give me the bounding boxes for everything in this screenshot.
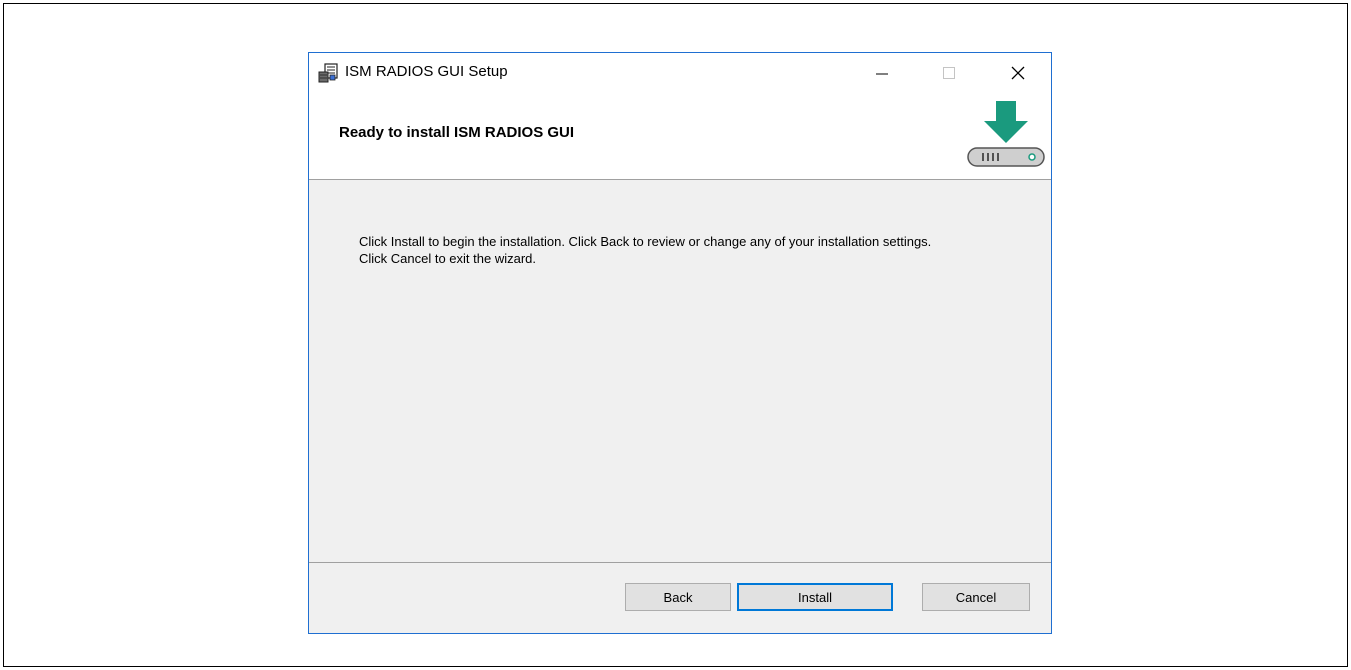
install-button[interactable]: Install xyxy=(737,583,893,611)
screenshot-frame: ISM RADIOS GUI Setup Ready to install IS… xyxy=(3,3,1348,667)
wizard-content: Click Install to begin the installation.… xyxy=(309,180,1051,562)
maximize-icon xyxy=(943,67,955,79)
page-title: Ready to install ISM RADIOS GUI xyxy=(339,124,575,141)
wizard-header: Ready to install ISM RADIOS GUI xyxy=(309,93,1051,179)
installer-app-icon xyxy=(318,63,338,83)
title-bar[interactable]: ISM RADIOS GUI Setup xyxy=(309,53,1051,93)
minimize-icon xyxy=(876,73,888,75)
drive-download-icon xyxy=(967,101,1045,167)
close-icon xyxy=(1011,66,1025,80)
back-button[interactable]: Back xyxy=(625,583,731,611)
instruction-text: Click Install to begin the installation.… xyxy=(359,234,932,266)
setup-dialog: ISM RADIOS GUI Setup Ready to install IS… xyxy=(308,52,1052,634)
cancel-button[interactable]: Cancel xyxy=(922,583,1030,611)
minimize-button[interactable] xyxy=(859,53,905,93)
maximize-button[interactable] xyxy=(926,53,972,93)
wizard-footer: Back Install Cancel xyxy=(309,563,1051,633)
window-title: ISM RADIOS GUI Setup xyxy=(345,63,508,80)
close-button[interactable] xyxy=(995,53,1041,93)
